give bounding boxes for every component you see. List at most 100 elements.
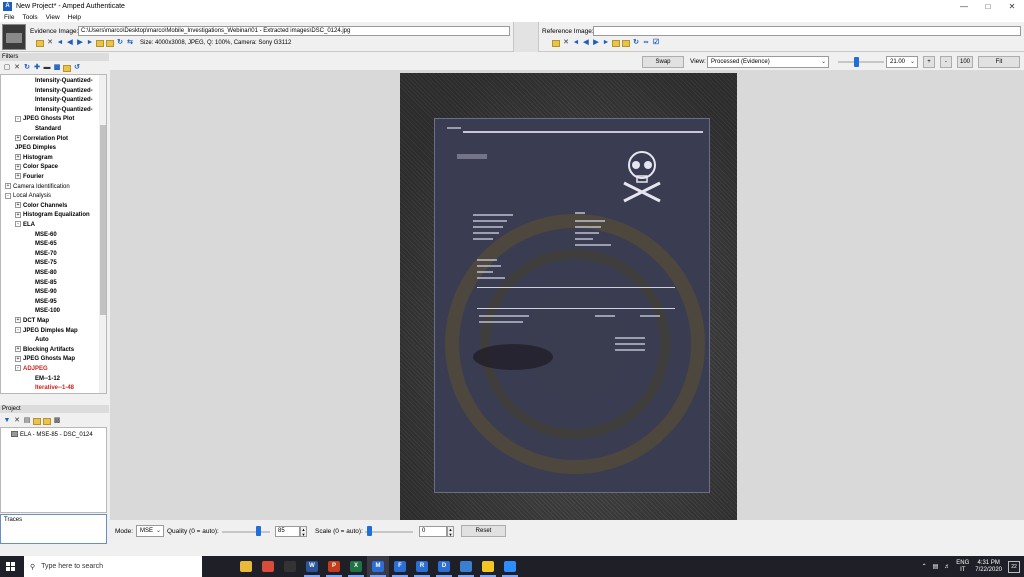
tree-item[interactable]: + Histogram	[15, 153, 53, 163]
tree-item[interactable]: MSE-60	[35, 230, 57, 240]
previous-icon[interactable]: ◀	[582, 39, 590, 47]
tree-item[interactable]: - JPEG Dimples Map	[15, 326, 78, 336]
quality-input[interactable]: 85 ▲ ▼	[275, 526, 307, 537]
tree-item[interactable]: MSE-85	[35, 278, 57, 288]
tree-item[interactable]: + Blocking Artifacts	[15, 345, 74, 355]
clear-icon[interactable]: ✕	[562, 39, 570, 47]
zoom-100-button[interactable]: 100	[957, 56, 973, 68]
remove-icon[interactable]: ▬	[43, 64, 51, 72]
tree-item[interactable]: Intensity-Quantized-	[35, 95, 93, 105]
collapse-icon[interactable]: -	[15, 115, 21, 122]
processed-image[interactable]	[400, 73, 737, 520]
mode-select[interactable]: MSE ⌄	[136, 525, 164, 537]
quality-slider-track[interactable]	[222, 531, 270, 533]
open-folder-icon[interactable]	[552, 39, 560, 47]
scroll-thumb[interactable]	[100, 125, 106, 315]
tree-item[interactable]: MSE-65	[35, 239, 57, 249]
terminal-icon[interactable]	[279, 556, 301, 577]
reference-splitter[interactable]	[513, 22, 539, 52]
export-icon[interactable]: ▩	[53, 417, 61, 425]
new-icon[interactable]: ▢	[3, 64, 11, 72]
chrome-icon[interactable]	[257, 556, 279, 577]
start-button[interactable]	[0, 556, 20, 577]
view-select[interactable]: Processed (Evidence) ⌄	[707, 56, 829, 68]
tree-item[interactable]: + DCT Map	[15, 316, 49, 326]
menu-file[interactable]: File	[0, 13, 18, 22]
taskbar-search[interactable]: ⚲ Type here to search	[24, 556, 202, 577]
tree-item[interactable]: Intensity-Quantized-	[35, 76, 93, 86]
refresh-icon[interactable]: ↻	[23, 64, 31, 72]
network-icon[interactable]: ▤	[933, 563, 939, 570]
volume-icon[interactable]: ♬	[944, 564, 950, 570]
tree-item[interactable]: - Local Analysis	[5, 191, 51, 201]
tree-item[interactable]: MSE-90	[35, 287, 57, 297]
filter-icon[interactable]: ▼	[3, 417, 11, 425]
close-button[interactable]: ✕	[1000, 0, 1024, 13]
zoom-out-button[interactable]: -	[940, 56, 952, 68]
expand-icon[interactable]: +	[15, 154, 21, 161]
project-item[interactable]: ELA - MSE-85 - DSC_0124	[11, 431, 93, 440]
tree-item[interactable]: + Camera Identification	[5, 182, 70, 192]
tree-item[interactable]: Intensity-Quantized-	[35, 105, 93, 115]
refresh-icon[interactable]: ↻	[116, 39, 124, 47]
zoom-icon[interactable]	[499, 556, 521, 577]
clear-icon[interactable]: ✕	[46, 39, 54, 47]
expand-icon[interactable]: +	[15, 346, 21, 353]
tree-item[interactable]: + Correlation Plot	[15, 134, 68, 144]
tree-item[interactable]: MSE-75	[35, 258, 57, 268]
swap-button[interactable]: Swap	[642, 56, 684, 68]
excel-icon[interactable]: X	[345, 556, 367, 577]
maximize-button[interactable]: □	[976, 0, 1000, 13]
link-icon[interactable]: ∞	[642, 39, 650, 47]
language-indicator[interactable]: ENG IT	[956, 560, 969, 574]
last-icon[interactable]: ►	[86, 39, 94, 47]
sticky-notes-icon[interactable]	[477, 556, 499, 577]
expand-icon[interactable]: +	[15, 202, 21, 209]
expand-icon[interactable]: +	[15, 173, 21, 180]
expand-icon[interactable]: +	[15, 135, 21, 142]
tree-item[interactable]: + Color Channels	[15, 201, 67, 211]
tree-item[interactable]: MSE-80	[35, 268, 57, 278]
minimize-button[interactable]: —	[952, 0, 976, 13]
spinner-arrows-icon[interactable]: ▲ ▼	[447, 526, 454, 537]
scale-slider-track[interactable]	[365, 531, 413, 533]
tree-item[interactable]: - JPEG Ghosts Plot	[15, 114, 74, 124]
reload-icon[interactable]: ↺	[73, 64, 81, 72]
tree-item[interactable]: JPEG Dimples	[15, 143, 56, 153]
menu-help[interactable]: Help	[64, 13, 85, 22]
open-folder-icon[interactable]	[33, 417, 41, 425]
collapse-icon[interactable]: -	[5, 192, 11, 199]
expand-icon[interactable]: +	[15, 317, 21, 324]
next-icon[interactable]: ▶	[76, 39, 84, 47]
evidence-thumbnail[interactable]	[2, 24, 26, 50]
zoom-slider-thumb[interactable]	[854, 57, 859, 67]
tree-item[interactable]: MSE-95	[35, 297, 57, 307]
tree-item[interactable]: Iterative--1-48	[35, 383, 74, 393]
word-icon[interactable]: W	[301, 556, 323, 577]
last-icon[interactable]: ►	[602, 39, 610, 47]
file-explorer-icon[interactable]	[235, 556, 257, 577]
tree-item[interactable]: - ELA	[15, 220, 35, 230]
reset-button[interactable]: Reset	[461, 525, 506, 537]
zoom-slider-track[interactable]	[838, 61, 884, 63]
save-folder-icon[interactable]	[43, 417, 51, 425]
delete-icon[interactable]: ✕	[13, 64, 21, 72]
remote-desktop-icon[interactable]	[455, 556, 477, 577]
menu-view[interactable]: View	[42, 13, 64, 22]
expand-icon[interactable]: +	[5, 183, 11, 190]
checkbox-icon[interactable]: ☑	[652, 39, 660, 47]
scale-slider-thumb[interactable]	[367, 526, 372, 536]
scale-input[interactable]: 0 ▲ ▼	[419, 526, 454, 537]
previous-icon[interactable]: ◀	[66, 39, 74, 47]
tree-item[interactable]: + Fourier	[15, 172, 44, 182]
reference-path-field[interactable]	[593, 26, 1021, 36]
tree-item[interactable]: + JPEG Ghosts Map	[15, 354, 75, 364]
collapse-icon[interactable]: -	[15, 327, 21, 334]
tree-item[interactable]: Intensity-Quantized-	[35, 86, 93, 96]
zoom-in-button[interactable]: +	[923, 56, 935, 68]
document-icon[interactable]: ▤	[23, 417, 31, 425]
first-icon[interactable]: ◄	[56, 39, 64, 47]
expand-icon[interactable]: +	[15, 163, 21, 170]
amped-authenticate-icon[interactable]: M	[367, 556, 389, 577]
amped-five-icon[interactable]: F	[389, 556, 411, 577]
